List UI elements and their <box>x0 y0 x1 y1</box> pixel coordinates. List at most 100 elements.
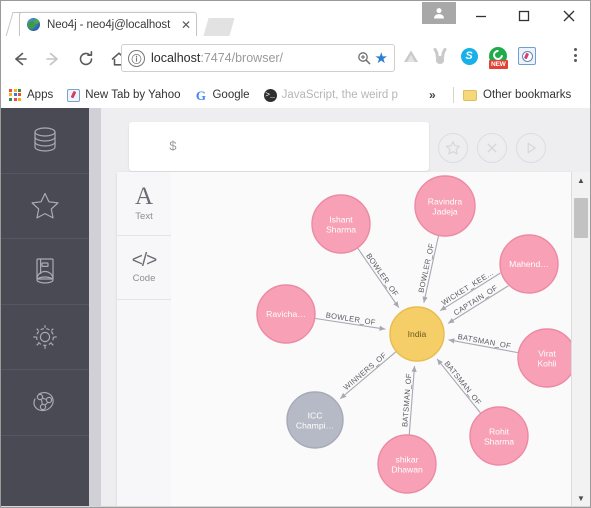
graph-node-label: Ishant Sharma <box>326 215 356 235</box>
graph-edge-label: BOWLER_OF <box>364 252 400 299</box>
new-extension-icon[interactable]: NEW <box>488 46 508 69</box>
scroll-up-button[interactable]: ▲ <box>572 172 590 189</box>
tab-code-label: Code <box>132 273 156 284</box>
graph-nodes[interactable]: India Ishant Sharma Ravindra Jadeja Mahend… Ra… <box>256 175 572 494</box>
sidebar-item-favorites[interactable] <box>1 174 89 239</box>
graph-node-label: Virat Kohli <box>537 349 556 369</box>
graph-edge[interactable] <box>339 350 397 400</box>
graph-edge-label: BOWLER_OF <box>417 242 437 293</box>
database-icon <box>29 124 61 156</box>
graph-node-label: Ravindra Jadeja <box>428 197 463 217</box>
url-path: :7474/browser/ <box>200 51 284 65</box>
extension-icons: S NEW <box>401 46 537 69</box>
frame-view-tabs: A Text </> Code <box>117 172 172 507</box>
google-icon: G <box>195 87 207 103</box>
sidebar-item-database[interactable] <box>1 108 89 174</box>
graph-node[interactable]: Mahend… <box>499 234 559 294</box>
person-icon[interactable] <box>422 2 456 24</box>
maximize-button[interactable] <box>506 3 542 29</box>
drive-extension-icon[interactable] <box>401 46 421 66</box>
sidebar-gutter <box>89 108 101 507</box>
minimize-button[interactable] <box>463 3 499 29</box>
globe-icon <box>27 18 40 31</box>
arrow-right-icon <box>39 45 67 73</box>
apps-shortcut[interactable]: Apps <box>9 88 54 102</box>
scrollbar-thumb[interactable] <box>574 198 588 238</box>
sidebar-item-settings[interactable] <box>1 305 89 370</box>
bookmarks-overflow-button[interactable]: » <box>429 88 436 102</box>
browser-tab[interactable]: Neo4j - neo4j@localhost ✕ <box>19 12 197 36</box>
bookmarks-bar: Apps New Tab by Yahoo G Google >_ JavaSc… <box>1 82 590 109</box>
graph-node[interactable]: Virat Kohli <box>517 328 572 388</box>
other-bookmarks-button[interactable]: Other bookmarks <box>463 89 571 101</box>
kebab-menu-icon[interactable] <box>567 48 583 62</box>
graph-node-label: India <box>408 329 427 339</box>
graph-edge-label: BOWLER_OF <box>325 311 376 328</box>
graph-node[interactable]: India <box>389 306 445 362</box>
graph-node-label: Ravicha… <box>266 309 306 319</box>
bookmark-label: JavaScript, the weird p <box>281 89 398 101</box>
framed-extension-icon[interactable] <box>517 46 537 66</box>
graph-node[interactable]: Ishant Sharma <box>311 194 371 254</box>
graph-node[interactable]: shikar Dhawan <box>377 434 437 494</box>
graph-edge[interactable] <box>436 358 482 414</box>
close-button[interactable] <box>551 3 587 29</box>
address-bar[interactable]: ⓘ localhost:7474/browser/ ★ <box>121 44 395 72</box>
tab-text[interactable]: A Text <box>117 172 171 236</box>
graph-scrollbar[interactable]: ▲ ▼ <box>571 172 590 507</box>
code-icon: </> <box>131 250 158 271</box>
page-viewport: $ A Text </> Code BOWLER_OF BOWLER_OF BO… <box>1 108 590 507</box>
framed-inner <box>521 50 533 62</box>
apps-label: Apps <box>27 89 54 101</box>
scroll-down-button[interactable]: ▼ <box>572 490 590 507</box>
new-badge: NEW <box>489 60 508 69</box>
run-query-button[interactable] <box>516 133 546 163</box>
folder-icon <box>463 89 477 101</box>
gear-icon <box>29 321 61 353</box>
graph-edge[interactable] <box>357 247 400 308</box>
favorite-query-button[interactable] <box>438 133 468 163</box>
zoom-search-icon[interactable] <box>357 51 371 65</box>
graph-svg[interactable]: BOWLER_OF BOWLER_OFBOWLER_OFCAPTAIN_OFWIC… <box>171 172 572 507</box>
info-icon[interactable]: ⓘ <box>128 49 145 67</box>
graph-cloud-icon <box>29 386 61 418</box>
search-input[interactable]: $ <box>129 122 429 171</box>
graph-edge-label: WINNERS_OF <box>342 350 389 391</box>
query-editor-bar: $ <box>101 108 567 172</box>
tab-code[interactable]: </> Code <box>117 236 171 300</box>
arrow-left-icon[interactable] <box>6 45 34 73</box>
url-text: localhost:7474/browser/ <box>151 51 357 65</box>
bookmark-item[interactable]: New Tab by Yahoo <box>67 88 181 102</box>
neo4j-main: $ A Text </> Code BOWLER_OF BOWLER_OF BO… <box>101 108 590 507</box>
close-icon[interactable]: ✕ <box>181 19 191 31</box>
skype-letter: S <box>460 47 478 65</box>
graph-node[interactable]: Ravindra Jadeja <box>414 175 476 237</box>
sidebar-item-documents[interactable] <box>1 239 89 305</box>
editor-actions <box>438 133 546 163</box>
rabbit-extension-icon[interactable] <box>430 46 450 66</box>
tab-spacer <box>117 300 171 363</box>
graph-node-label: shikar Dhawan <box>391 455 423 475</box>
new-tab-button[interactable] <box>203 18 235 36</box>
star-icon[interactable]: ★ <box>375 51 388 66</box>
graph-node-label: Mahend… <box>509 259 549 269</box>
tab-title: Neo4j - neo4j@localhost <box>47 18 171 31</box>
graph-node[interactable]: Rohit Sharma <box>469 406 529 466</box>
sidebar-item-about[interactable] <box>1 370 89 436</box>
apps-grid-icon <box>9 88 22 102</box>
graph-node[interactable]: ICC Champi… <box>286 391 344 449</box>
reload-icon[interactable] <box>72 45 100 73</box>
terminal-icon: >_ <box>263 88 277 102</box>
bookmark-item[interactable]: G Google <box>194 87 250 103</box>
bookmark-item[interactable]: >_ JavaScript, the weird p <box>263 88 398 102</box>
skype-extension-icon[interactable]: S <box>459 46 479 66</box>
prompt-symbol: $ <box>169 139 177 154</box>
browser-window: Neo4j - neo4j@localhost ✕ ⓘ localhost:74… <box>0 0 591 508</box>
text-a-icon: A <box>134 183 154 210</box>
graph-visualization[interactable]: BOWLER_OF BOWLER_OF BOWLER_OF CAPTAIN_OF WIC… <box>171 172 572 507</box>
bookmark-label: Google <box>212 89 250 101</box>
bookmark-label: New Tab by Yahoo <box>85 89 181 101</box>
graph-node[interactable]: Ravicha… <box>256 284 316 344</box>
neo4j-sidebar <box>1 108 89 507</box>
clear-query-button[interactable] <box>477 133 507 163</box>
